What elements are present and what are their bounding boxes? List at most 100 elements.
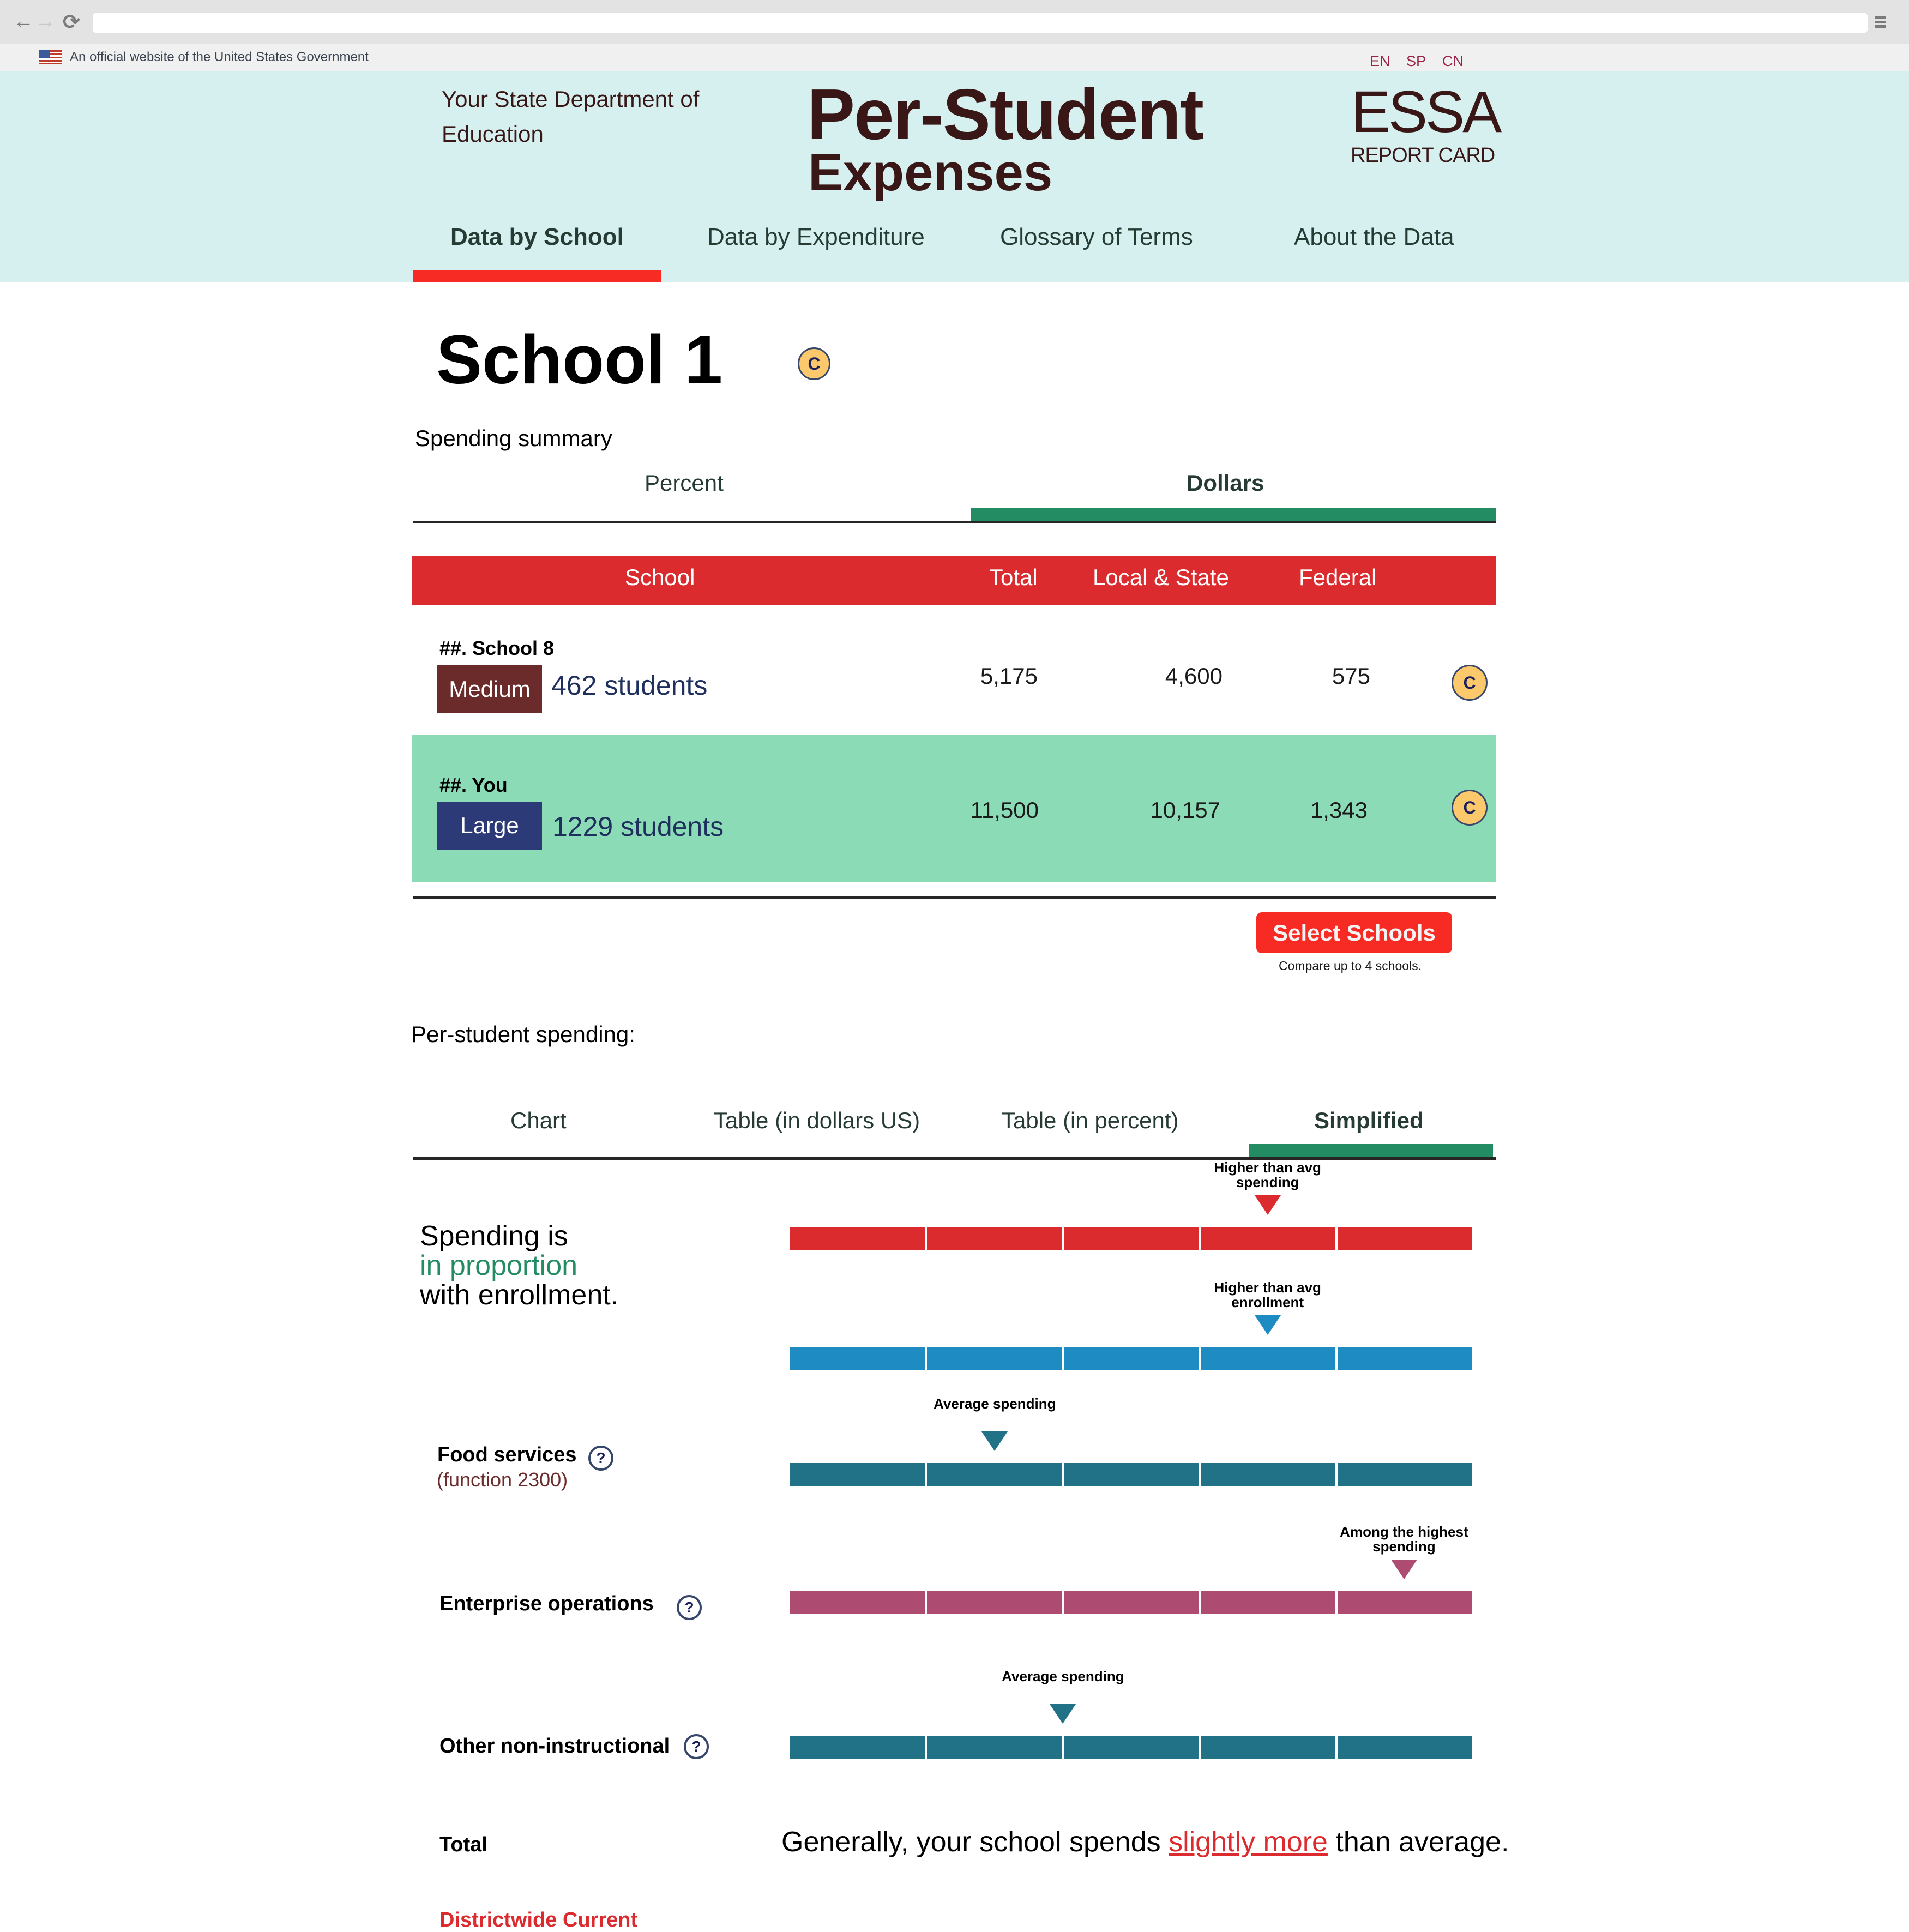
scale-segment xyxy=(790,1736,925,1759)
site-title-line-1: Per-Student xyxy=(807,74,1204,154)
lead-line-1: Spending is xyxy=(420,1220,568,1252)
browser-menu-icon[interactable] xyxy=(1875,16,1886,29)
grade-badge: C xyxy=(798,347,830,380)
scale-segment xyxy=(790,1463,925,1486)
help-icon[interactable]: ? xyxy=(588,1446,613,1471)
compare-hint: Compare up to 4 schools. xyxy=(1279,959,1422,973)
scale-segment xyxy=(1338,1463,1472,1486)
lang-cn-link[interactable]: CN xyxy=(1442,53,1464,70)
scale-segment xyxy=(1338,1347,1472,1370)
position-marker-icon xyxy=(1390,1560,1417,1579)
districtwide-current-label: Districtwide Current xyxy=(439,1909,638,1931)
category-food-services: Food services xyxy=(437,1443,577,1466)
scale-segment xyxy=(1338,1736,1472,1759)
proportion-summary: Spending is in proportion with enrollmen… xyxy=(420,1221,618,1310)
scale-bar xyxy=(790,1736,1472,1759)
lang-en-link[interactable]: EN xyxy=(1370,53,1390,70)
marker-label: Average spending xyxy=(1002,1668,1124,1684)
tab-dollars[interactable]: Dollars xyxy=(1187,470,1264,496)
scale-segment xyxy=(1338,1591,1472,1614)
forward-arrow-icon[interactable]: → xyxy=(35,10,56,33)
site-title-line-2: Expenses xyxy=(808,143,1053,202)
scale-segment xyxy=(1338,1227,1472,1250)
tab-chart[interactable]: Chart xyxy=(510,1108,567,1134)
total-summary-sentence: Generally, your school spends slightly m… xyxy=(781,1826,1509,1858)
active-tab-indicator xyxy=(971,508,1496,521)
total-value: 11,500 xyxy=(970,797,1039,823)
scale-segment xyxy=(927,1227,1062,1250)
marker-label: Average spending xyxy=(934,1395,1056,1412)
department-line-1: Your State Department of xyxy=(442,86,700,112)
us-flag-icon xyxy=(39,50,62,64)
gov-banner-text: An official website of the United States… xyxy=(70,50,369,64)
row-school-name: ##. You xyxy=(439,774,508,796)
back-arrow-icon[interactable]: ← xyxy=(13,10,34,33)
position-marker-icon xyxy=(1254,1315,1281,1335)
scale-segment xyxy=(1064,1227,1199,1250)
tab-simplified[interactable]: Simplified xyxy=(1314,1108,1424,1134)
category-enterprise-operations: Enterprise operations xyxy=(439,1592,654,1615)
active-tab-indicator xyxy=(1249,1144,1493,1158)
scale-segment xyxy=(790,1347,925,1370)
slightly-more-link[interactable]: slightly more xyxy=(1169,1826,1328,1858)
scale-segment xyxy=(1201,1227,1335,1250)
school-title: School 1 xyxy=(436,321,723,398)
scale-segment xyxy=(1064,1736,1199,1759)
help-icon[interactable]: ? xyxy=(684,1734,709,1759)
federal-value: 575 xyxy=(1332,663,1370,689)
scale-segment xyxy=(927,1463,1062,1486)
reload-icon[interactable]: ⟳ xyxy=(63,10,80,34)
active-nav-indicator xyxy=(413,270,661,282)
total-label: Total xyxy=(439,1833,487,1856)
tab-table-percent[interactable]: Table (in percent) xyxy=(1002,1108,1179,1134)
scale-segment xyxy=(1201,1347,1335,1370)
sentence-start: Generally, your school spends xyxy=(781,1826,1169,1858)
nav-tab-data-by-expenditure[interactable]: Data by Expenditure xyxy=(707,224,925,251)
marker-label: Higher than avg enrollment xyxy=(1214,1279,1321,1310)
scale-segment xyxy=(1201,1591,1335,1614)
tab-divider xyxy=(413,521,1496,523)
nav-tab-glossary[interactable]: Glossary of Terms xyxy=(1000,224,1193,251)
nav-tab-about-data[interactable]: About the Data xyxy=(1294,224,1454,251)
scale-segment xyxy=(1201,1736,1335,1759)
grade-badge: C xyxy=(1452,790,1488,826)
column-header-school: School xyxy=(625,564,695,590)
grade-badge: C xyxy=(1452,665,1488,701)
help-icon[interactable]: ? xyxy=(677,1595,702,1620)
address-bar[interactable] xyxy=(93,13,1868,33)
scale-bar xyxy=(790,1463,1472,1486)
scale-bar xyxy=(790,1591,1472,1614)
local-state-value: 10,157 xyxy=(1150,797,1220,823)
size-badge: Medium xyxy=(437,665,542,713)
select-schools-button[interactable]: Select Schools xyxy=(1256,912,1452,953)
scale-segment xyxy=(1201,1463,1335,1486)
category-function-code: (function 2300) xyxy=(437,1468,568,1491)
essa-logo: ESSA xyxy=(1351,79,1502,145)
student-count: 1229 students xyxy=(552,811,724,842)
federal-value: 1,343 xyxy=(1310,797,1368,823)
scale-segment xyxy=(1064,1463,1199,1486)
marker-label: Among the highest spending xyxy=(1340,1524,1468,1555)
scale-segment xyxy=(1064,1347,1199,1370)
size-badge: Large xyxy=(437,802,542,850)
table-bottom-rule xyxy=(413,896,1496,899)
marker-label: Higher than avg spending xyxy=(1214,1159,1321,1190)
student-count: 462 students xyxy=(551,670,708,701)
tab-divider xyxy=(413,1157,1496,1160)
total-value: 5,175 xyxy=(980,663,1038,689)
scale-bar xyxy=(790,1347,1472,1370)
sentence-end: than average. xyxy=(1327,1826,1509,1858)
tab-table-dollars[interactable]: Table (in dollars US) xyxy=(714,1108,920,1134)
lang-sp-link[interactable]: SP xyxy=(1406,53,1426,70)
nav-tab-data-by-school[interactable]: Data by School xyxy=(450,224,624,251)
department-name: Your State Department of Education xyxy=(442,82,699,152)
essa-logo-subtitle: REPORT CARD xyxy=(1351,144,1495,167)
column-header-local-state: Local & State xyxy=(1093,564,1229,590)
scale-segment xyxy=(790,1591,925,1614)
position-marker-icon xyxy=(1050,1704,1076,1724)
scale-segment xyxy=(1064,1591,1199,1614)
scale-segment xyxy=(927,1736,1062,1759)
scale-segment xyxy=(927,1347,1062,1370)
position-marker-icon xyxy=(981,1431,1008,1451)
tab-percent[interactable]: Percent xyxy=(645,470,724,496)
